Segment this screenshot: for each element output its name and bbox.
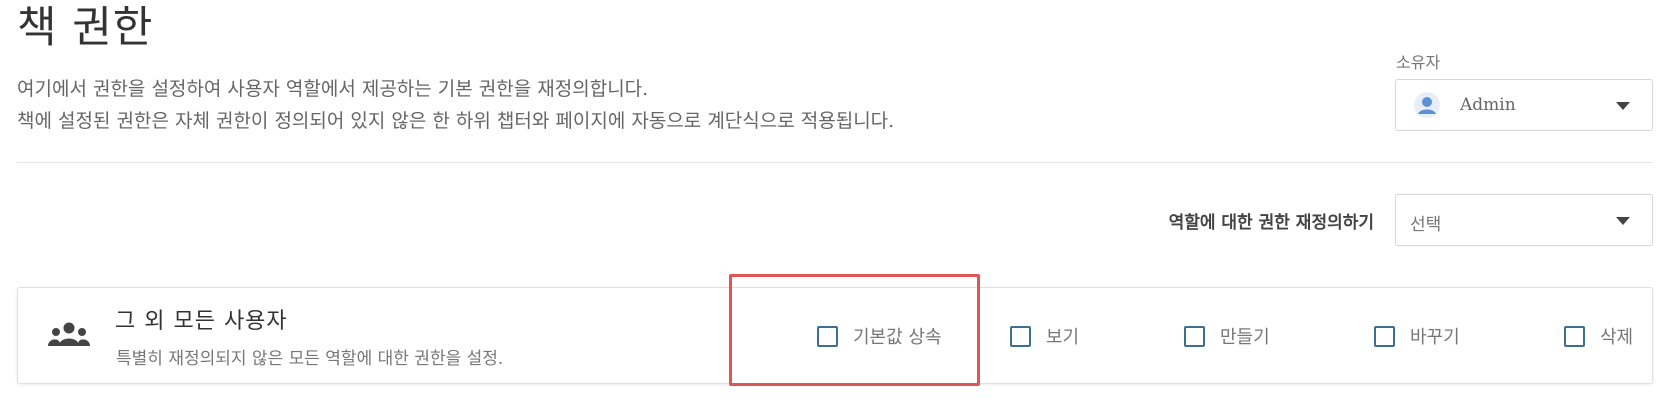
view-checkbox[interactable]: 보기 — [1010, 323, 1079, 349]
owner-name: Admin — [1460, 95, 1516, 115]
delete-checkbox[interactable]: 삭제 — [1564, 323, 1633, 349]
role-override-select[interactable]: 선택 — [1395, 194, 1653, 246]
book-permissions-page: 책 권한 여기에서 권한을 설정하여 사용자 역할에서 제공하는 기본 권한을 … — [0, 0, 1680, 405]
role-override-value: 선택 — [1410, 214, 1442, 235]
perm-label-create: 만들기 — [1220, 327, 1270, 348]
owner-label: 소유자 — [1396, 53, 1441, 72]
checkbox-icon[interactable] — [1564, 325, 1585, 347]
perm-label-view: 보기 — [1046, 327, 1080, 348]
checkbox-icon[interactable] — [1184, 325, 1205, 347]
inherit-default-checkbox[interactable]: 기본값 상속 — [817, 323, 942, 349]
owner-select[interactable]: Admin — [1395, 79, 1653, 131]
chevron-down-icon — [1616, 217, 1630, 225]
page-title: 책 권한 — [17, 3, 154, 53]
perm-label-update: 바꾸기 — [1410, 327, 1460, 348]
checkbox-icon[interactable] — [1374, 325, 1395, 347]
checkbox-icon[interactable] — [817, 325, 838, 347]
users-group-icon — [48, 322, 90, 348]
checkbox-icon[interactable] — [1010, 325, 1031, 347]
description-line-1: 여기에서 권한을 설정하여 사용자 역할에서 제공하는 기본 권한을 재정의합니… — [17, 78, 649, 100]
update-checkbox[interactable]: 바꾸기 — [1374, 323, 1460, 349]
section-divider — [17, 162, 1653, 163]
user-avatar-icon — [1412, 90, 1442, 120]
perm-label-inherit: 기본값 상속 — [853, 327, 942, 348]
entity-description: 특별히 재정의되지 않은 모든 역할에 대한 권한을 설정. — [116, 349, 504, 369]
chevron-down-icon — [1616, 102, 1630, 110]
role-override-label: 역할에 대한 권한 재정의하기 — [1168, 213, 1374, 233]
create-checkbox[interactable]: 만들기 — [1184, 323, 1270, 349]
entity-title: 그 외 모든 사용자 — [115, 309, 288, 334]
everyone-else-permission-row: 그 외 모든 사용자 특별히 재정의되지 않은 모든 역할에 대한 권한을 설정… — [17, 287, 1653, 384]
page-description: 여기에서 권한을 설정하여 사용자 역할에서 제공하는 기본 권한을 재정의합니… — [17, 73, 894, 137]
perm-label-delete: 삭제 — [1600, 327, 1634, 348]
description-line-2: 책에 설정된 권한은 자체 권한이 정의되어 있지 않은 한 하위 챕터와 페이… — [17, 110, 895, 132]
